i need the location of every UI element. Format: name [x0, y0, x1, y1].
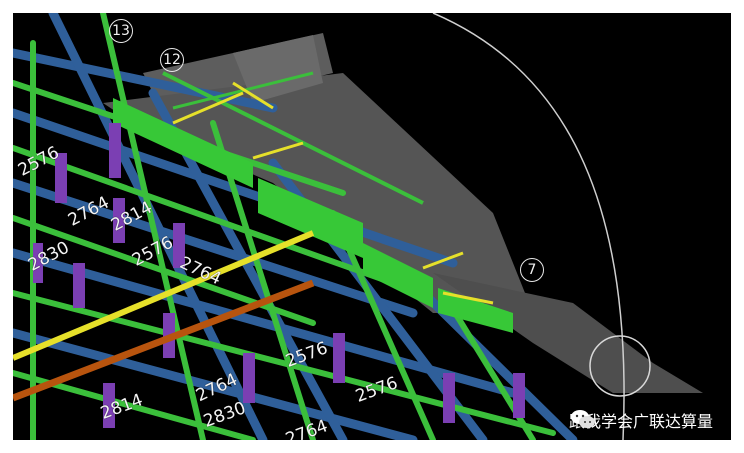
wechat-icon	[570, 410, 595, 428]
3d-model-viewport[interactable]: 13 12 7 2576 2764 2814 2830 2576 2764 25…	[13, 13, 731, 440]
axis-bubble-12: 12	[160, 48, 184, 72]
watermark: 跟我学会广联达算量	[569, 408, 713, 432]
axis-bubble-13: 13	[109, 19, 133, 43]
axis-bubble-7: 7	[520, 258, 544, 282]
